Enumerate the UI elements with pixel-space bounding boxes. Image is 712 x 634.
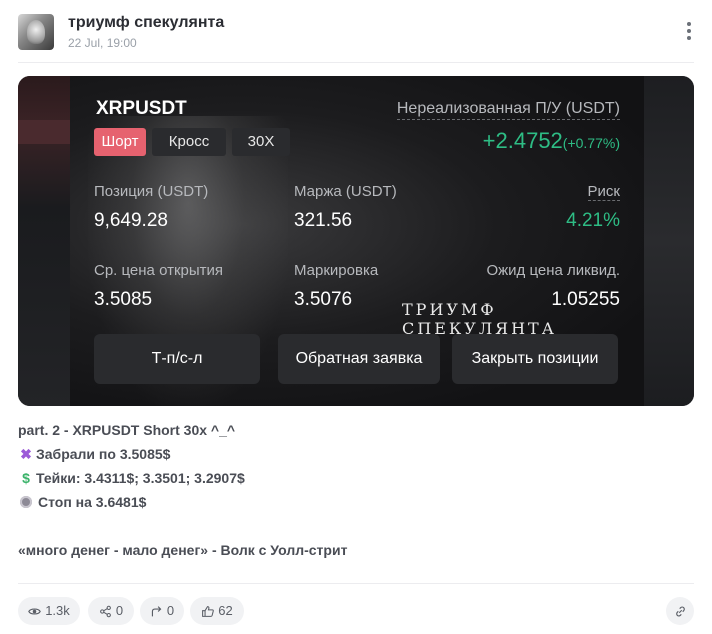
entry-price-label: Ср. цена открытия [94,262,224,279]
post-line-takes: $ Тейки: 3.4311$; 3.3501; 3.2907$ [18,466,688,490]
post-line-stop: Стоп на 3.6481$ [18,490,688,514]
risk-label: Риск [587,183,620,201]
liq-price-label: Ожид цена ликвид. [486,262,620,279]
forward-arrow-icon [151,605,162,616]
margin-value: 321.56 [294,210,353,231]
tag-leverage: 30X [232,128,290,156]
forward-button[interactable]: 0 [140,597,184,625]
image-right-edge [644,76,694,406]
entry-price-value: 3.5085 [94,289,153,310]
share-button[interactable]: 0 [88,597,134,625]
link-icon [675,606,685,616]
more-options-icon[interactable] [686,22,692,42]
tag-cross: Кросс [152,128,226,156]
mark-price-value: 3.5076 [294,289,353,310]
margin-label: Маржа (USDT) [294,183,397,200]
channel-name[interactable]: триумф спекулянта [68,14,224,32]
views-counter[interactable]: 1.3k [18,597,80,625]
post-footer: 1.3k 0 0 62 [18,597,694,625]
tag-short: Шорт [94,128,146,156]
cross-mark-icon: ✖ [20,446,32,462]
pnl-value: +2.4752(+0.77%) [482,128,620,153]
post-line-entry: ✖ Забрали по 3.5085$ [18,442,688,466]
post-header: триумф спекулянта 22 Jul, 19:00 [18,14,700,54]
copy-link-button[interactable] [666,597,694,625]
avatar-face [27,20,45,44]
post-line-title: part. 2 - XRPUSDT Short 30x ^_^ [18,422,236,438]
post-quote: «много денег - мало денег» - Волк с Уолл… [18,542,348,558]
stop-circle-icon [20,496,32,508]
pnl-label: Нереализованная П/У (USDT) [396,100,620,120]
post-image[interactable]: ТРИУМФ СПЕКУЛЯНТА XRPUSDT Нереализованна… [18,76,694,406]
image-left-edge [18,76,70,406]
share-icon [99,605,111,617]
dollar-icon: $ [22,470,30,486]
trading-pair: XRPUSDT [96,98,187,119]
mark-price-label: Маркировка [294,262,379,279]
channel-avatar[interactable] [18,14,54,50]
divider [18,62,694,63]
post-date: 22 Jul, 19:00 [68,36,137,50]
thumbs-up-icon [202,605,215,617]
position-label: Позиция (USDT) [94,183,209,200]
divider [18,583,694,584]
post-text: part. 2 - XRPUSDT Short 30x ^_^ ✖ Забрали… [18,418,688,562]
position-value: 9,649.28 [94,210,168,231]
liq-price-value: 1.05255 [551,289,620,310]
tp-sl-button: Т-п/с-л [94,334,260,384]
like-button[interactable]: 62 [190,597,244,625]
close-positions-button: Закрыть позиции [452,334,618,384]
watermark: ТРИУМФ СПЕКУЛЯНТА [402,300,557,338]
risk-value: 4.21% [566,210,620,231]
eye-icon [28,607,42,615]
reverse-order-button: Обратная заявка [278,334,440,384]
